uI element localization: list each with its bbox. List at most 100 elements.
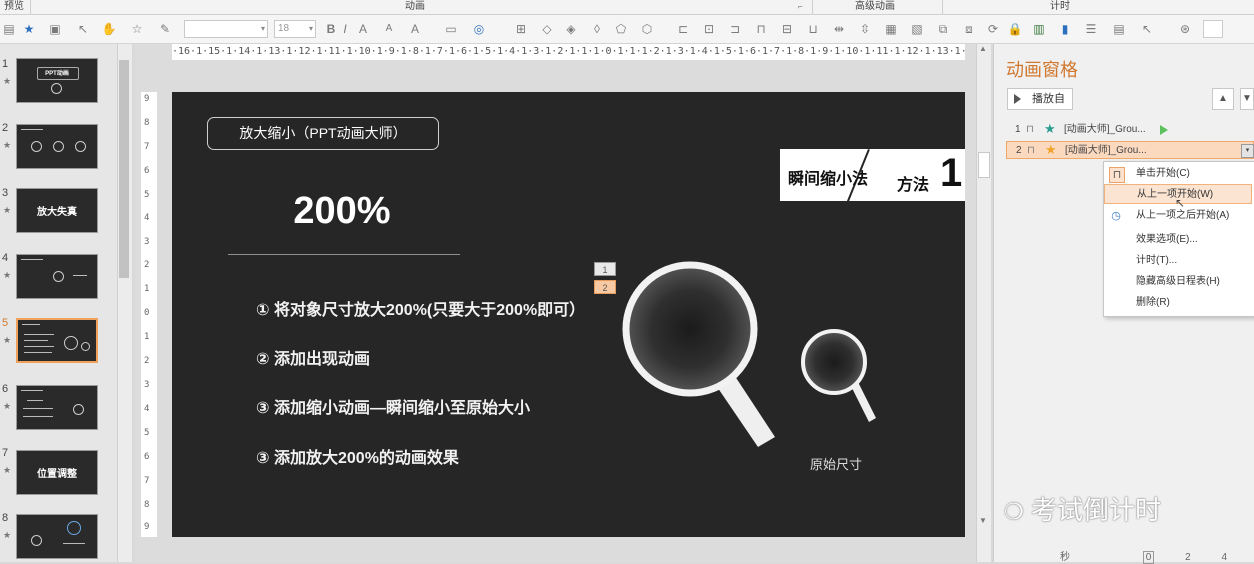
menu-item-start-on-click[interactable]: ⊓ 单击开始(C) xyxy=(1104,164,1252,184)
slide-thumbnail-8[interactable] xyxy=(16,514,98,559)
scroll-up-icon[interactable]: ▲ xyxy=(979,44,987,53)
large-magnifier[interactable] xyxy=(622,261,775,447)
slide-thumbnail-6[interactable] xyxy=(16,385,98,430)
shape-subtract-icon[interactable]: ⬡ xyxy=(638,20,656,38)
group-separator xyxy=(942,0,943,14)
menu-item-hide-timeline[interactable]: 隐藏高级日程表(H) xyxy=(1104,272,1252,292)
align-top-icon[interactable]: ⊓ xyxy=(752,20,770,38)
bullet-step-2[interactable]: ② 添加出现动画 xyxy=(256,345,370,369)
lock-icon[interactable]: 🔒 xyxy=(1006,20,1024,38)
magic-wand-icon[interactable]: ✎ xyxy=(156,20,174,38)
textbox-icon[interactable]: ▭ xyxy=(442,20,460,38)
grid-icon[interactable]: ⊞ xyxy=(512,20,530,38)
animation-item-2-selected[interactable]: 2 ⊓ ★ [动画大师]_Grou... ▾ xyxy=(1006,141,1254,159)
menu-item-delete[interactable]: 删除(R) xyxy=(1104,293,1252,313)
slide-thumbnail-3[interactable]: 放大失真 xyxy=(16,188,98,233)
shapes-icon[interactable]: ◎ xyxy=(470,20,488,38)
timeline-seconds-label[interactable]: 秒 xyxy=(1060,552,1070,563)
big-percent-text[interactable]: 200% xyxy=(232,190,452,233)
group-label-preview: 预览 xyxy=(4,1,24,12)
method-tag[interactable]: 瞬间缩小法 方法 1 xyxy=(780,149,965,204)
group-separator xyxy=(30,0,31,14)
shape-combine-icon[interactable]: ◈ xyxy=(562,20,580,38)
timeline-tick: 2 xyxy=(1185,552,1191,563)
distribute-h-icon[interactable]: ⇹ xyxy=(830,20,848,38)
animation-star-icon: ★ xyxy=(3,140,12,150)
shape-fragment-icon[interactable]: ◊ xyxy=(588,20,606,38)
slide-thumbnail-5-selected[interactable] xyxy=(16,318,98,363)
group-icon[interactable]: ▦ xyxy=(882,20,900,38)
align-left-icon[interactable]: ⊏ xyxy=(674,20,692,38)
animation-star-icon: ★ xyxy=(3,465,12,475)
align-center-icon[interactable]: ⊡ xyxy=(700,20,718,38)
slide-number: 8 xyxy=(2,512,9,524)
slide-title-box[interactable]: 放大缩小（PPT动画大师） xyxy=(207,117,439,150)
find-icon[interactable]: ⊛ xyxy=(1176,20,1194,38)
color-swatch[interactable] xyxy=(1203,20,1223,38)
animation-painter-icon[interactable]: ✋ xyxy=(100,20,118,38)
font-size-select[interactable]: 18 ▾ xyxy=(274,20,316,38)
favorite-icon[interactable]: ☆ xyxy=(128,20,146,38)
grow-font-button[interactable]: A xyxy=(354,20,372,38)
item-dropdown-icon[interactable]: ▾ xyxy=(1241,144,1254,158)
pointer-tool-icon[interactable]: ↖ xyxy=(74,20,92,38)
format-pane-icon[interactable]: ▤ xyxy=(1110,20,1128,38)
bullet-step-4[interactable]: ③ 添加放大200%的动画效果 xyxy=(256,444,459,468)
animation-context-menu: ⊓ 单击开始(C) 从上一项开始(W) ↖ ◷ 从上一项之后开始(A) 效果选项… xyxy=(1103,161,1254,317)
animation-item-1[interactable]: 1 ⊓ ★ [动画大师]_Grou... xyxy=(1006,121,1254,139)
font-color-button[interactable]: A xyxy=(406,20,424,38)
rotate-icon[interactable]: ⟳ xyxy=(984,20,1002,38)
play-from-button[interactable]: 播放自 xyxy=(1007,88,1073,110)
editor-vertical-scrollbar[interactable]: ▲ ▼ xyxy=(976,44,991,562)
selection-pane-icon[interactable]: ☰ xyxy=(1082,20,1100,38)
scroll-down-icon[interactable]: ▼ xyxy=(979,516,987,525)
menu-item-timing[interactable]: 计时(T)... xyxy=(1104,251,1252,271)
distribute-v-icon[interactable]: ⇳ xyxy=(856,20,874,38)
magnifier-graphics[interactable] xyxy=(612,252,912,462)
align-bottom-icon[interactable]: ⊔ xyxy=(804,20,822,38)
menu-item-effect-options[interactable]: 效果选项(E)... xyxy=(1104,230,1252,250)
menu-item-after-previous[interactable]: ◷ 从上一项之后开始(A) xyxy=(1104,206,1252,226)
thumbnail-caption: PPT动画 xyxy=(45,71,69,77)
timeline-tick: 4 xyxy=(1221,552,1228,563)
window-icon[interactable]: ▣ xyxy=(46,20,64,38)
align-right-icon[interactable]: ⊐ xyxy=(726,20,744,38)
animation-star-icon: ★ xyxy=(3,401,12,411)
slide-thumbnail-4[interactable] xyxy=(16,254,98,299)
group-label-advanced-animation: 高级动画 xyxy=(855,1,895,12)
bullet-step-1[interactable]: ① 将对象尺寸放大200%(只要大于200%即可） xyxy=(256,296,585,320)
slide-thumbnail-7[interactable]: 位置调整 xyxy=(16,450,98,495)
editor-scroll-thumb[interactable] xyxy=(978,152,990,178)
chart-icon[interactable]: ▮ xyxy=(1056,20,1074,38)
slide-canvas[interactable]: 放大缩小（PPT动画大师） 200% ① 将对象尺寸放大200%(只要大于200… xyxy=(172,92,965,537)
mouse-click-icon: ⊓ xyxy=(1027,145,1035,156)
small-magnifier[interactable] xyxy=(801,329,876,422)
bullet-step-3[interactable]: ③ 添加缩小动画—瞬间缩小至原始大小 xyxy=(256,394,530,418)
shrink-font-button[interactable]: A xyxy=(380,20,398,38)
slide-thumbnail-2[interactable] xyxy=(16,124,98,169)
emphasis-star-icon: ★ xyxy=(1045,142,1057,157)
italic-button[interactable]: I xyxy=(336,20,354,38)
group-label-timing: 计时 xyxy=(1050,1,1070,12)
original-size-label: 原始尺寸 xyxy=(810,457,863,472)
ungroup-icon[interactable]: ▧ xyxy=(908,20,926,38)
move-up-button[interactable]: ▲ xyxy=(1212,88,1234,110)
table-icon[interactable]: ▥ xyxy=(1030,20,1048,38)
slide-thumbnail-1[interactable]: PPT动画 xyxy=(16,58,98,103)
dialog-launcher-icon[interactable]: ⌐ xyxy=(798,2,803,11)
thumbnail-scroll-thumb[interactable] xyxy=(119,60,129,278)
animation-star-icon: ★ xyxy=(3,270,12,280)
layout-icon[interactable]: ▤ xyxy=(0,20,18,38)
mouse-icon: ⊓ xyxy=(1109,167,1125,183)
font-family-select[interactable]: ▾ xyxy=(184,20,268,38)
star-icon[interactable]: ★ xyxy=(20,20,38,38)
select-arrow-icon[interactable]: ↖ xyxy=(1138,20,1156,38)
slide-number: 7 xyxy=(2,447,9,459)
send-backward-icon[interactable]: ⧈ xyxy=(960,20,978,38)
move-down-button[interactable]: ▼ xyxy=(1240,88,1254,110)
align-middle-icon[interactable]: ⊟ xyxy=(778,20,796,38)
bring-forward-icon[interactable]: ⧉ xyxy=(934,20,952,38)
shape-union-icon[interactable]: ◇ xyxy=(538,20,556,38)
menu-item-with-previous[interactable]: 从上一项开始(W) ↖ xyxy=(1104,184,1252,210)
shape-intersect-icon[interactable]: ⬠ xyxy=(612,20,630,38)
